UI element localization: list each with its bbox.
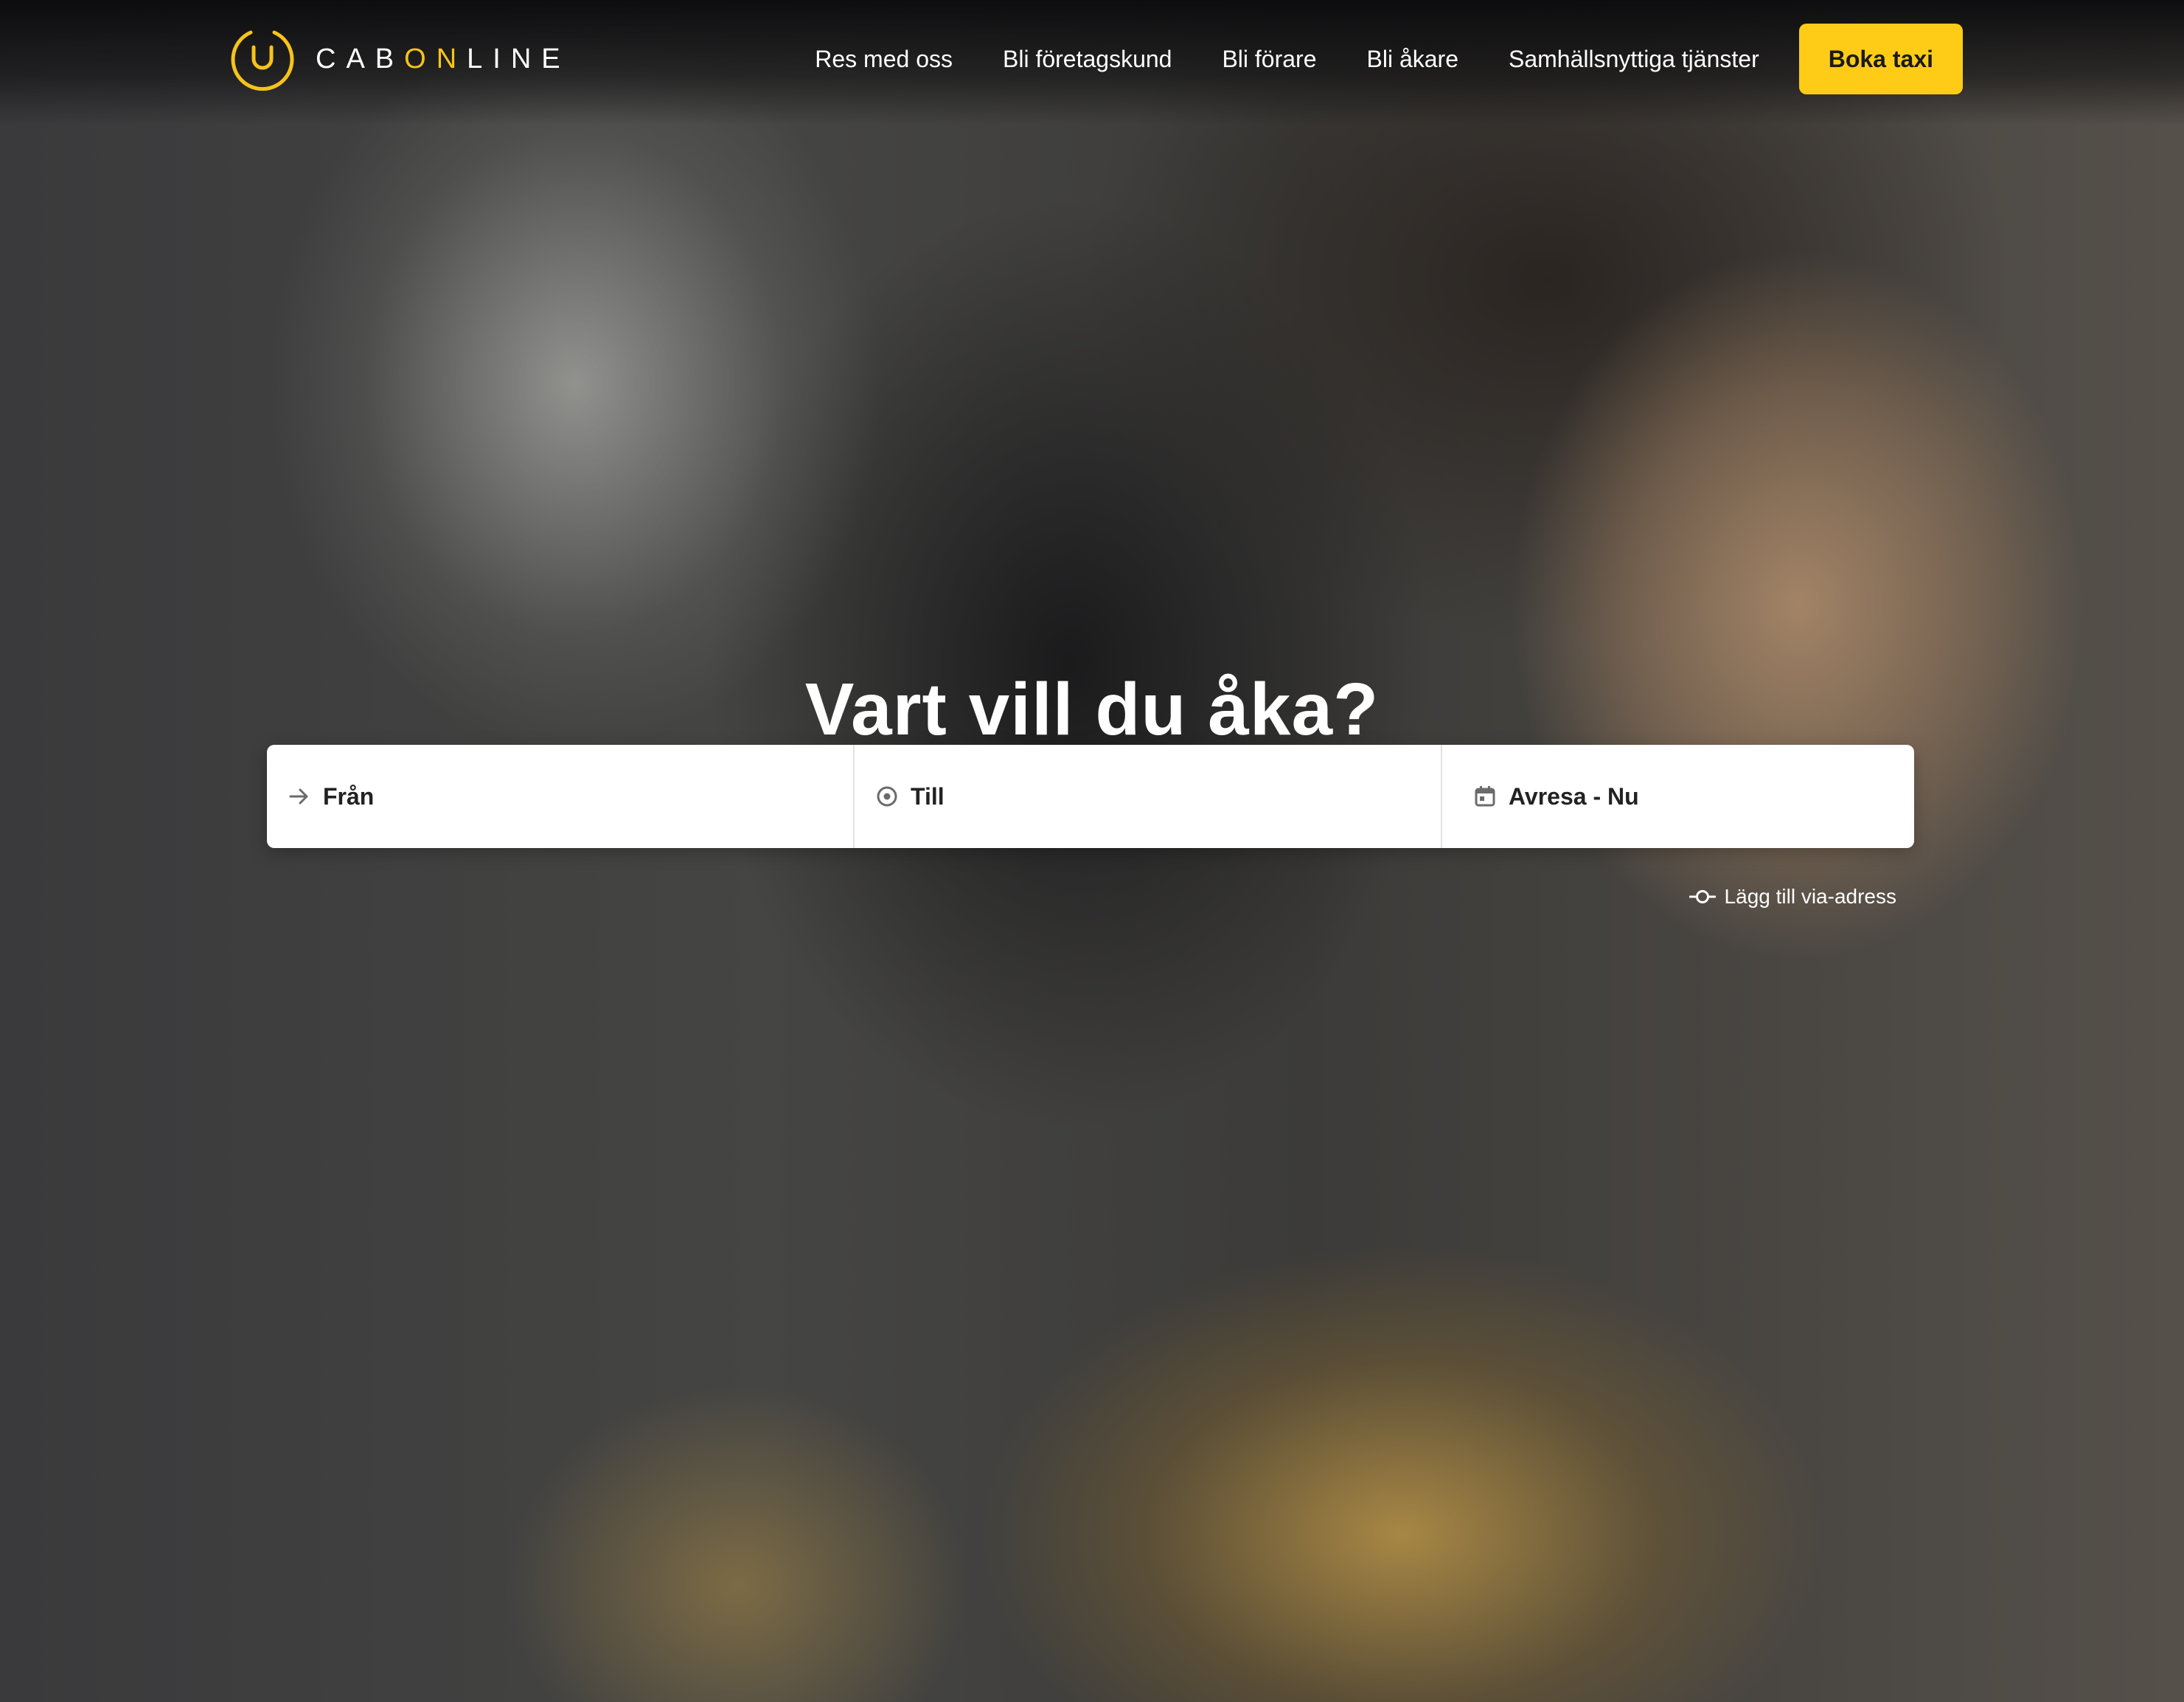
page: CABONLINE Res med oss Bli företagskund B… xyxy=(0,0,2184,1702)
hero-title: Vart vill du åka? xyxy=(804,668,1380,751)
departure-label: Avresa - Nu xyxy=(1509,782,1639,810)
to-field[interactable]: Till xyxy=(855,745,1442,848)
nav-samhallsnyttiga-tjanster[interactable]: Samhällsnyttiga tjänster xyxy=(1509,46,1759,73)
cabonline-logo[interactable]: CABONLINE xyxy=(229,25,571,93)
logo-text-suffix: LINE xyxy=(467,43,571,74)
add-via-address-link[interactable]: Lägg till via-adress xyxy=(1689,885,1896,909)
trip-search-bar: Från Till Avresa - Nu xyxy=(267,745,1914,848)
arrow-right-icon xyxy=(286,783,313,810)
calendar-icon xyxy=(1472,783,1498,810)
logo-ring-icon xyxy=(231,30,294,91)
destination-circle-icon xyxy=(874,783,900,810)
from-label: Från xyxy=(323,782,375,810)
logo-text-accent: ON xyxy=(404,43,467,74)
via-point-icon xyxy=(1689,890,1716,903)
to-label: Till xyxy=(911,782,945,810)
nav-bli-foretagskund[interactable]: Bli företagskund xyxy=(1003,46,1172,73)
nav-res-med-oss[interactable]: Res med oss xyxy=(815,46,953,73)
boka-taxi-button[interactable]: Boka taxi xyxy=(1798,24,1963,94)
site-header: CABONLINE Res med oss Bli företagskund B… xyxy=(0,0,2184,118)
nav-bli-akare[interactable]: Bli åkare xyxy=(1367,46,1459,73)
nav-bli-forare[interactable]: Bli förare xyxy=(1222,46,1316,73)
logo-wordmark: CABONLINE xyxy=(316,44,571,75)
departure-time-field[interactable]: Avresa - Nu xyxy=(1442,745,1914,848)
logo-text-prefix: CAB xyxy=(316,43,405,74)
main-nav: Res med oss Bli företagskund Bli förare … xyxy=(765,24,1963,94)
via-label: Lägg till via-adress xyxy=(1724,885,1896,908)
from-field[interactable]: Från xyxy=(267,745,855,848)
